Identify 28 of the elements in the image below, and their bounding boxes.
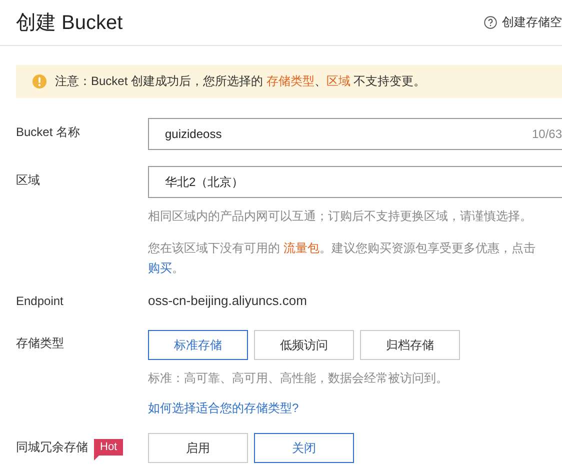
char-counter: 10/63 (532, 127, 562, 141)
field-label: 同城冗余存储 (16, 438, 88, 456)
buy-link[interactable]: 购买 (148, 261, 172, 275)
hint-text: 标准：高可靠、高可用、高性能，数据会经常被访问到。 (148, 370, 449, 387)
highlight-link[interactable]: 流量包 (283, 241, 320, 255)
help-icon (484, 16, 497, 29)
help-link[interactable]: 如何选择适合您的存储类型? (148, 400, 562, 417)
region-select[interactable]: 华北2（北京） (148, 166, 562, 198)
option-button[interactable]: 低频访问 (254, 330, 354, 360)
option-button[interactable]: 关闭 (254, 433, 354, 463)
hint-text: 相同区域内的产品内网可以互通；订购后不支持更换区域，请谨慎选择。 (148, 208, 533, 225)
warning-icon (32, 74, 47, 89)
endpoint-value: oss-cn-beijing.aliyuncs.com (148, 292, 308, 310)
option-button[interactable]: 启用 (148, 433, 248, 463)
field-label: Endpoint (16, 294, 64, 308)
highlight-link[interactable]: 区域 (326, 74, 350, 88)
field-label: 区域 (16, 172, 40, 188)
hint-text: 您在该区域下没有可用的 流量包。建议您购买资源包享受更多优惠，点击 购买。 (148, 240, 536, 277)
field-label: 存储类型 (16, 334, 64, 352)
page-title: 创建 Bucket (16, 11, 123, 36)
option-button[interactable]: 标准存储 (148, 330, 248, 360)
bucket-name-field[interactable]: guizideoss 10/63 (148, 118, 562, 150)
option-button[interactable]: 归档存储 (360, 330, 460, 360)
hot-badge: Hot (94, 438, 124, 460)
help-link[interactable]: 创建存储空 (502, 14, 562, 31)
highlight-link[interactable]: 存储类型 (266, 74, 314, 88)
field-label: Bucket 名称 (16, 124, 80, 140)
notice-text: 注意：Bucket 创建成功后，您所选择的 存储类型、区域 不支持变更。 (55, 73, 426, 90)
